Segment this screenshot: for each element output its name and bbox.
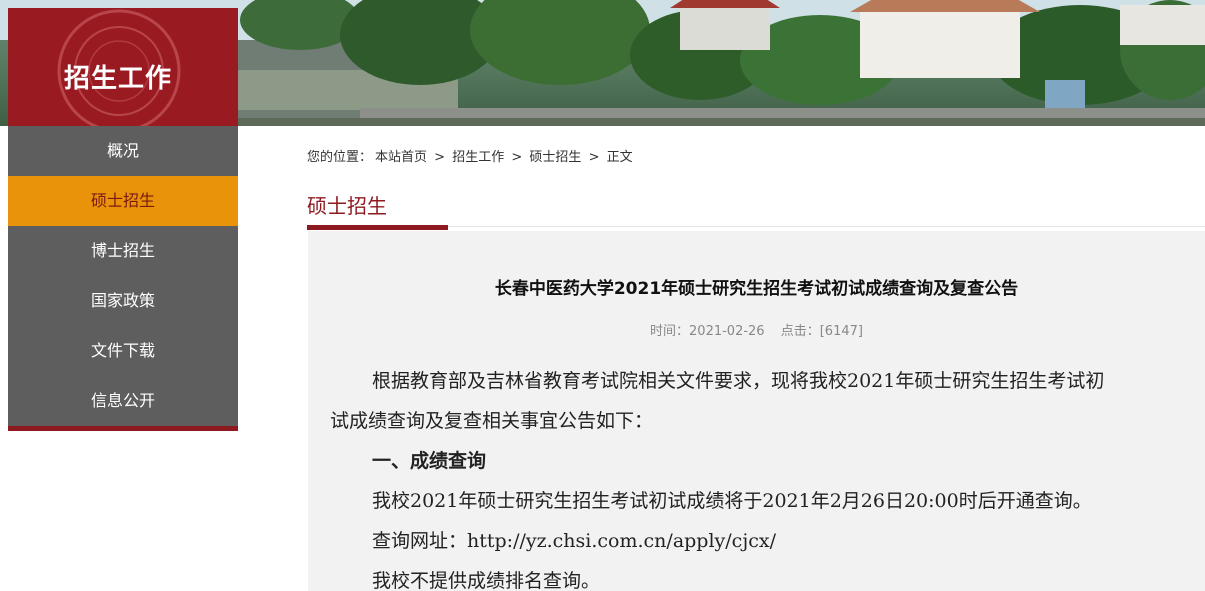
breadcrumb-link-master[interactable]: 硕士招生 bbox=[529, 150, 581, 165]
breadcrumb-prefix: 您的位置： bbox=[307, 150, 373, 165]
breadcrumb-separator: > bbox=[511, 150, 523, 165]
article-paragraph: 我校2021年硕士研究生招生考试初试成绩将于2021年2月26日20:00时后开… bbox=[372, 490, 1092, 512]
section-title: 硕士招生 bbox=[307, 194, 387, 218]
article-hits: 点击：[6147] bbox=[780, 324, 863, 339]
sidebar-item-national-policy[interactable]: 国家政策 bbox=[8, 276, 238, 326]
article-paragraph-line: 根据教育部及吉林省教育考试院相关文件要求，现将我校2021年硕士研究生招生考试初 bbox=[372, 370, 1105, 392]
article-subheading: 一、成绩查询 bbox=[372, 450, 487, 472]
article-meta: 时间：2021-02-26 点击：[6147] bbox=[308, 320, 1205, 339]
breadcrumb: 您的位置： 本站首页 > 招生工作 > 硕士招生 > 正文 bbox=[307, 146, 636, 165]
section-logo: 招生工作 bbox=[8, 8, 238, 126]
sidebar-item-doctoral-admission[interactable]: 博士招生 bbox=[8, 226, 238, 276]
section-divider-accent bbox=[307, 225, 448, 230]
header-banner: 招生工作 bbox=[0, 0, 1205, 126]
breadcrumb-link-home[interactable]: 本站首页 bbox=[375, 150, 427, 165]
sidebar-item-overview[interactable]: 概况 bbox=[8, 126, 238, 176]
breadcrumb-separator: > bbox=[434, 150, 446, 165]
article-paragraph-line: 试成绩查询及复查相关事宜公告如下： bbox=[330, 410, 654, 432]
sidebar-item-master-admission[interactable]: 硕士招生 bbox=[8, 176, 238, 226]
sidebar-item-downloads[interactable]: 文件下载 bbox=[8, 326, 238, 376]
section-logo-title: 招生工作 bbox=[63, 64, 172, 94]
article-panel: 长春中医药大学2021年硕士研究生招生考试初试成绩查询及复查公告 时间：2021… bbox=[308, 231, 1205, 591]
article-title: 长春中医药大学2021年硕士研究生招生考试初试成绩查询及复查公告 bbox=[494, 279, 1019, 299]
breadcrumb-current: 正文 bbox=[606, 150, 633, 165]
article-paragraph: 我校不提供成绩排名查询。 bbox=[372, 570, 601, 591]
sidebar-nav: 概况 硕士招生 博士招生 国家政策 文件下载 信息公开 bbox=[8, 126, 238, 431]
article-date: 时间：2021-02-26 bbox=[650, 324, 765, 339]
sidebar-item-info-disclosure[interactable]: 信息公开 bbox=[8, 376, 238, 426]
breadcrumb-link-admission[interactable]: 招生工作 bbox=[452, 150, 504, 165]
breadcrumb-separator: > bbox=[588, 150, 600, 165]
article-query-url[interactable]: 查询网址：http://yz.chsi.com.cn/apply/cjcx/ bbox=[372, 526, 776, 553]
